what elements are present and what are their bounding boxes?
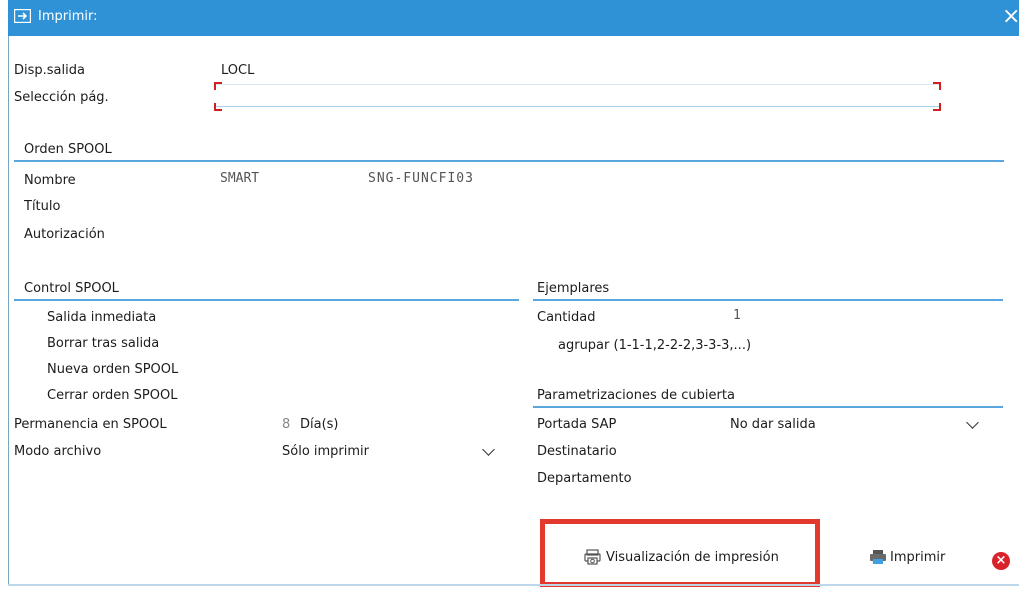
delete-after-output-checkbox[interactable]: Borrar tras salida [47,336,159,351]
print-preview-label: Visualización de impresión [606,549,779,565]
page-selection-field[interactable] [215,106,940,107]
copies-heading: Ejemplares [537,281,610,296]
archive-mode-select[interactable]: Sólo imprimir [282,444,369,459]
field-bracket-bottom-left [214,103,222,111]
name-field-2[interactable]: SNG-FUNCFI03 [368,171,474,186]
page-selection-guide [215,84,940,85]
recipient-label: Destinatario [537,444,617,459]
quantity-label: Cantidad [537,310,596,325]
page-selection-label: Selección pág. [14,90,109,105]
archive-mode-label: Modo archivo [14,444,102,459]
quantity-field[interactable]: 1 [733,308,741,323]
print-preview-icon [584,549,601,565]
section-divider [533,406,1003,408]
output-device-label: Disp.salida [14,63,85,78]
dialog-titlebar [8,0,1019,36]
print-dialog-icon [14,9,31,23]
printer-icon [870,550,886,564]
retention-label: Permanencia en SPOOL [14,417,167,432]
retention-field[interactable]: 8 [282,417,290,432]
name-label: Nombre [24,173,76,188]
print-button[interactable]: Imprimir [869,549,945,565]
cover-settings-heading: Parametrizaciones de cubierta [537,388,735,403]
department-label: Departamento [537,471,632,486]
new-spool-order-checkbox[interactable]: Nueva orden SPOOL [47,362,178,377]
close-spool-order-checkbox[interactable]: Cerrar orden SPOOL [47,388,177,403]
output-device-field[interactable]: LOCL [221,63,254,78]
spool-control-heading: Control SPOOL [24,281,119,296]
print-label: Imprimir [890,549,946,565]
retention-unit: Día(s) [300,417,339,432]
print-preview-button[interactable]: Visualización de impresión [584,549,779,565]
sap-cover-select[interactable]: No dar salida [730,417,816,432]
field-bracket-bottom-right [933,103,941,111]
name-field-1[interactable]: SMART [220,171,259,186]
collate-checkbox[interactable]: agrupar (1-1-1,2-2-2,3-3-3,...) [558,338,751,353]
authorization-label: Autorización [24,227,105,242]
section-divider [14,299,519,301]
section-divider [14,160,1004,162]
title-label: Título [24,199,61,214]
bottom-divider [8,584,1019,586]
close-icon[interactable]: × [1002,4,1019,30]
dialog-title: Imprimir: [38,9,98,24]
cancel-icon[interactable]: × [992,552,1010,570]
spool-order-heading: Orden SPOOL [24,142,112,157]
section-divider [533,299,1003,301]
dialog-frame [8,36,1019,586]
sap-cover-label: Portada SAP [537,417,617,432]
immediate-output-checkbox[interactable]: Salida inmediata [47,310,156,325]
field-bracket-top-right [933,82,941,90]
field-bracket-top-left [214,82,222,90]
